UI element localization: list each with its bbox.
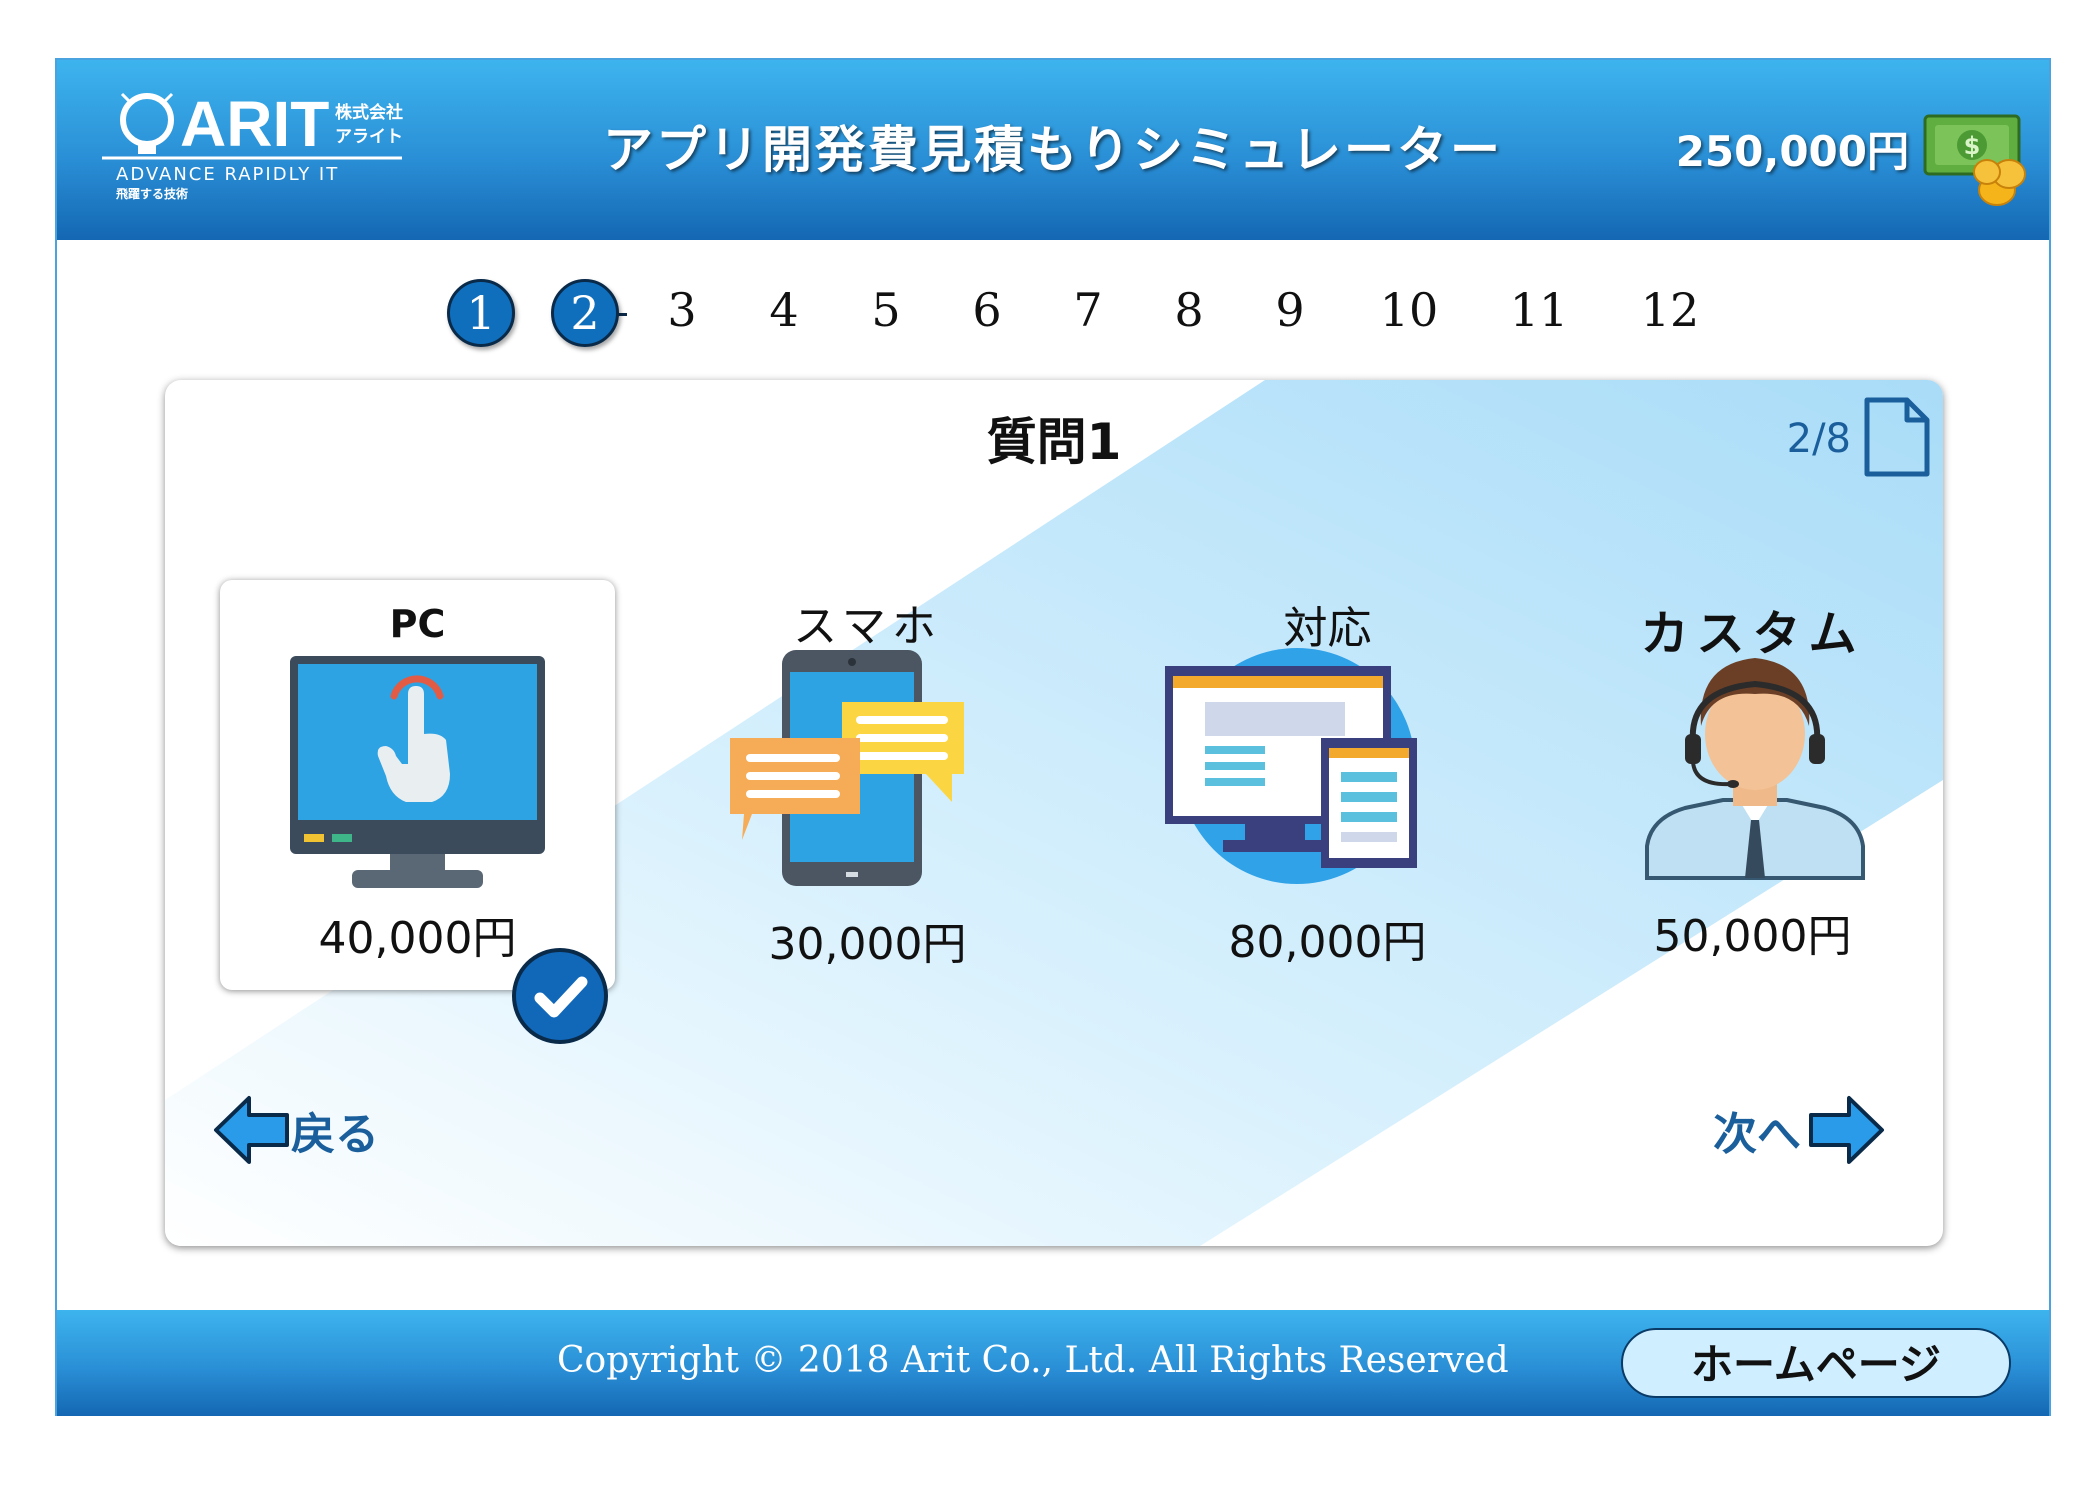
svg-text:$: $ [1964, 132, 1981, 160]
homepage-button[interactable]: ホームページ [1621, 1328, 2011, 1398]
question-card: 質問1 2/8 PC 40,000円 スマホ 30,000円 対応 80,000… [165, 380, 1943, 1246]
back-button[interactable]: 戻る [213, 1090, 379, 1170]
option-label: PC [389, 602, 446, 646]
option-smartphone[interactable]: スマホ 30,000円 [670, 580, 1065, 990]
responsive-icon [1165, 648, 1417, 884]
question-title: 質問1 [986, 413, 1122, 471]
total-estimate: 250,000円 [1675, 127, 1909, 176]
page-indicator: 2/8 [1786, 416, 1851, 462]
step-10[interactable]: 10 [1374, 275, 1444, 345]
step-11[interactable]: 11 [1504, 275, 1574, 345]
step-indicator: 1 2 3 4 5 6 7 8 9 10 11 12 [57, 275, 2049, 365]
step-6[interactable]: 6 [952, 275, 1022, 345]
arrow-left-icon [214, 1096, 289, 1164]
document-icon [1864, 397, 1930, 477]
logo-subtag: 飛躍する技術 [115, 186, 188, 201]
step-3[interactable]: 3 [647, 275, 717, 345]
step-7[interactable]: 7 [1053, 275, 1123, 345]
option-price: 30,000円 [768, 919, 967, 970]
option-pc[interactable]: PC 40,000円 [220, 580, 615, 990]
step-12[interactable]: 12 [1635, 275, 1705, 345]
option-price: 80,000円 [1228, 917, 1427, 968]
option-price: 50,000円 [1653, 911, 1852, 962]
check-icon [512, 948, 608, 1044]
footer-bar: Copyright © 2018 Arit Co., Ltd. All Righ… [57, 1310, 2049, 1416]
step-2[interactable]: 2 [551, 279, 619, 347]
money-icon: $ [1923, 114, 2026, 206]
copyright-text: Copyright © 2018 Arit Co., Ltd. All Righ… [557, 1340, 1509, 1381]
step-5[interactable]: 5 [851, 275, 921, 345]
step-8[interactable]: 8 [1154, 275, 1224, 345]
next-button[interactable]: 次へ [1713, 1090, 1885, 1170]
next-label: 次へ [1713, 1109, 1801, 1160]
step-1[interactable]: 1 [447, 279, 515, 347]
option-custom[interactable]: カスタム 50,000円 [1555, 580, 1943, 990]
step-9[interactable]: 9 [1255, 275, 1325, 345]
step-4[interactable]: 4 [749, 275, 819, 345]
pc-icon [290, 656, 545, 888]
option-label: スマホ [793, 601, 942, 652]
option-responsive[interactable]: 対応 80,000円 [1130, 580, 1525, 990]
back-label: 戻る [291, 1109, 379, 1160]
arrow-right-icon [1809, 1096, 1884, 1164]
header-bar: ARIT 株式会社 アライト ADVANCE RAPIDLY IT 飛躍する技術… [57, 60, 2049, 240]
smartphone-icon [730, 650, 964, 886]
custom-operator-icon [1645, 658, 1865, 880]
app-frame: ARIT 株式会社 アライト ADVANCE RAPIDLY IT 飛躍する技術… [55, 58, 2051, 1416]
